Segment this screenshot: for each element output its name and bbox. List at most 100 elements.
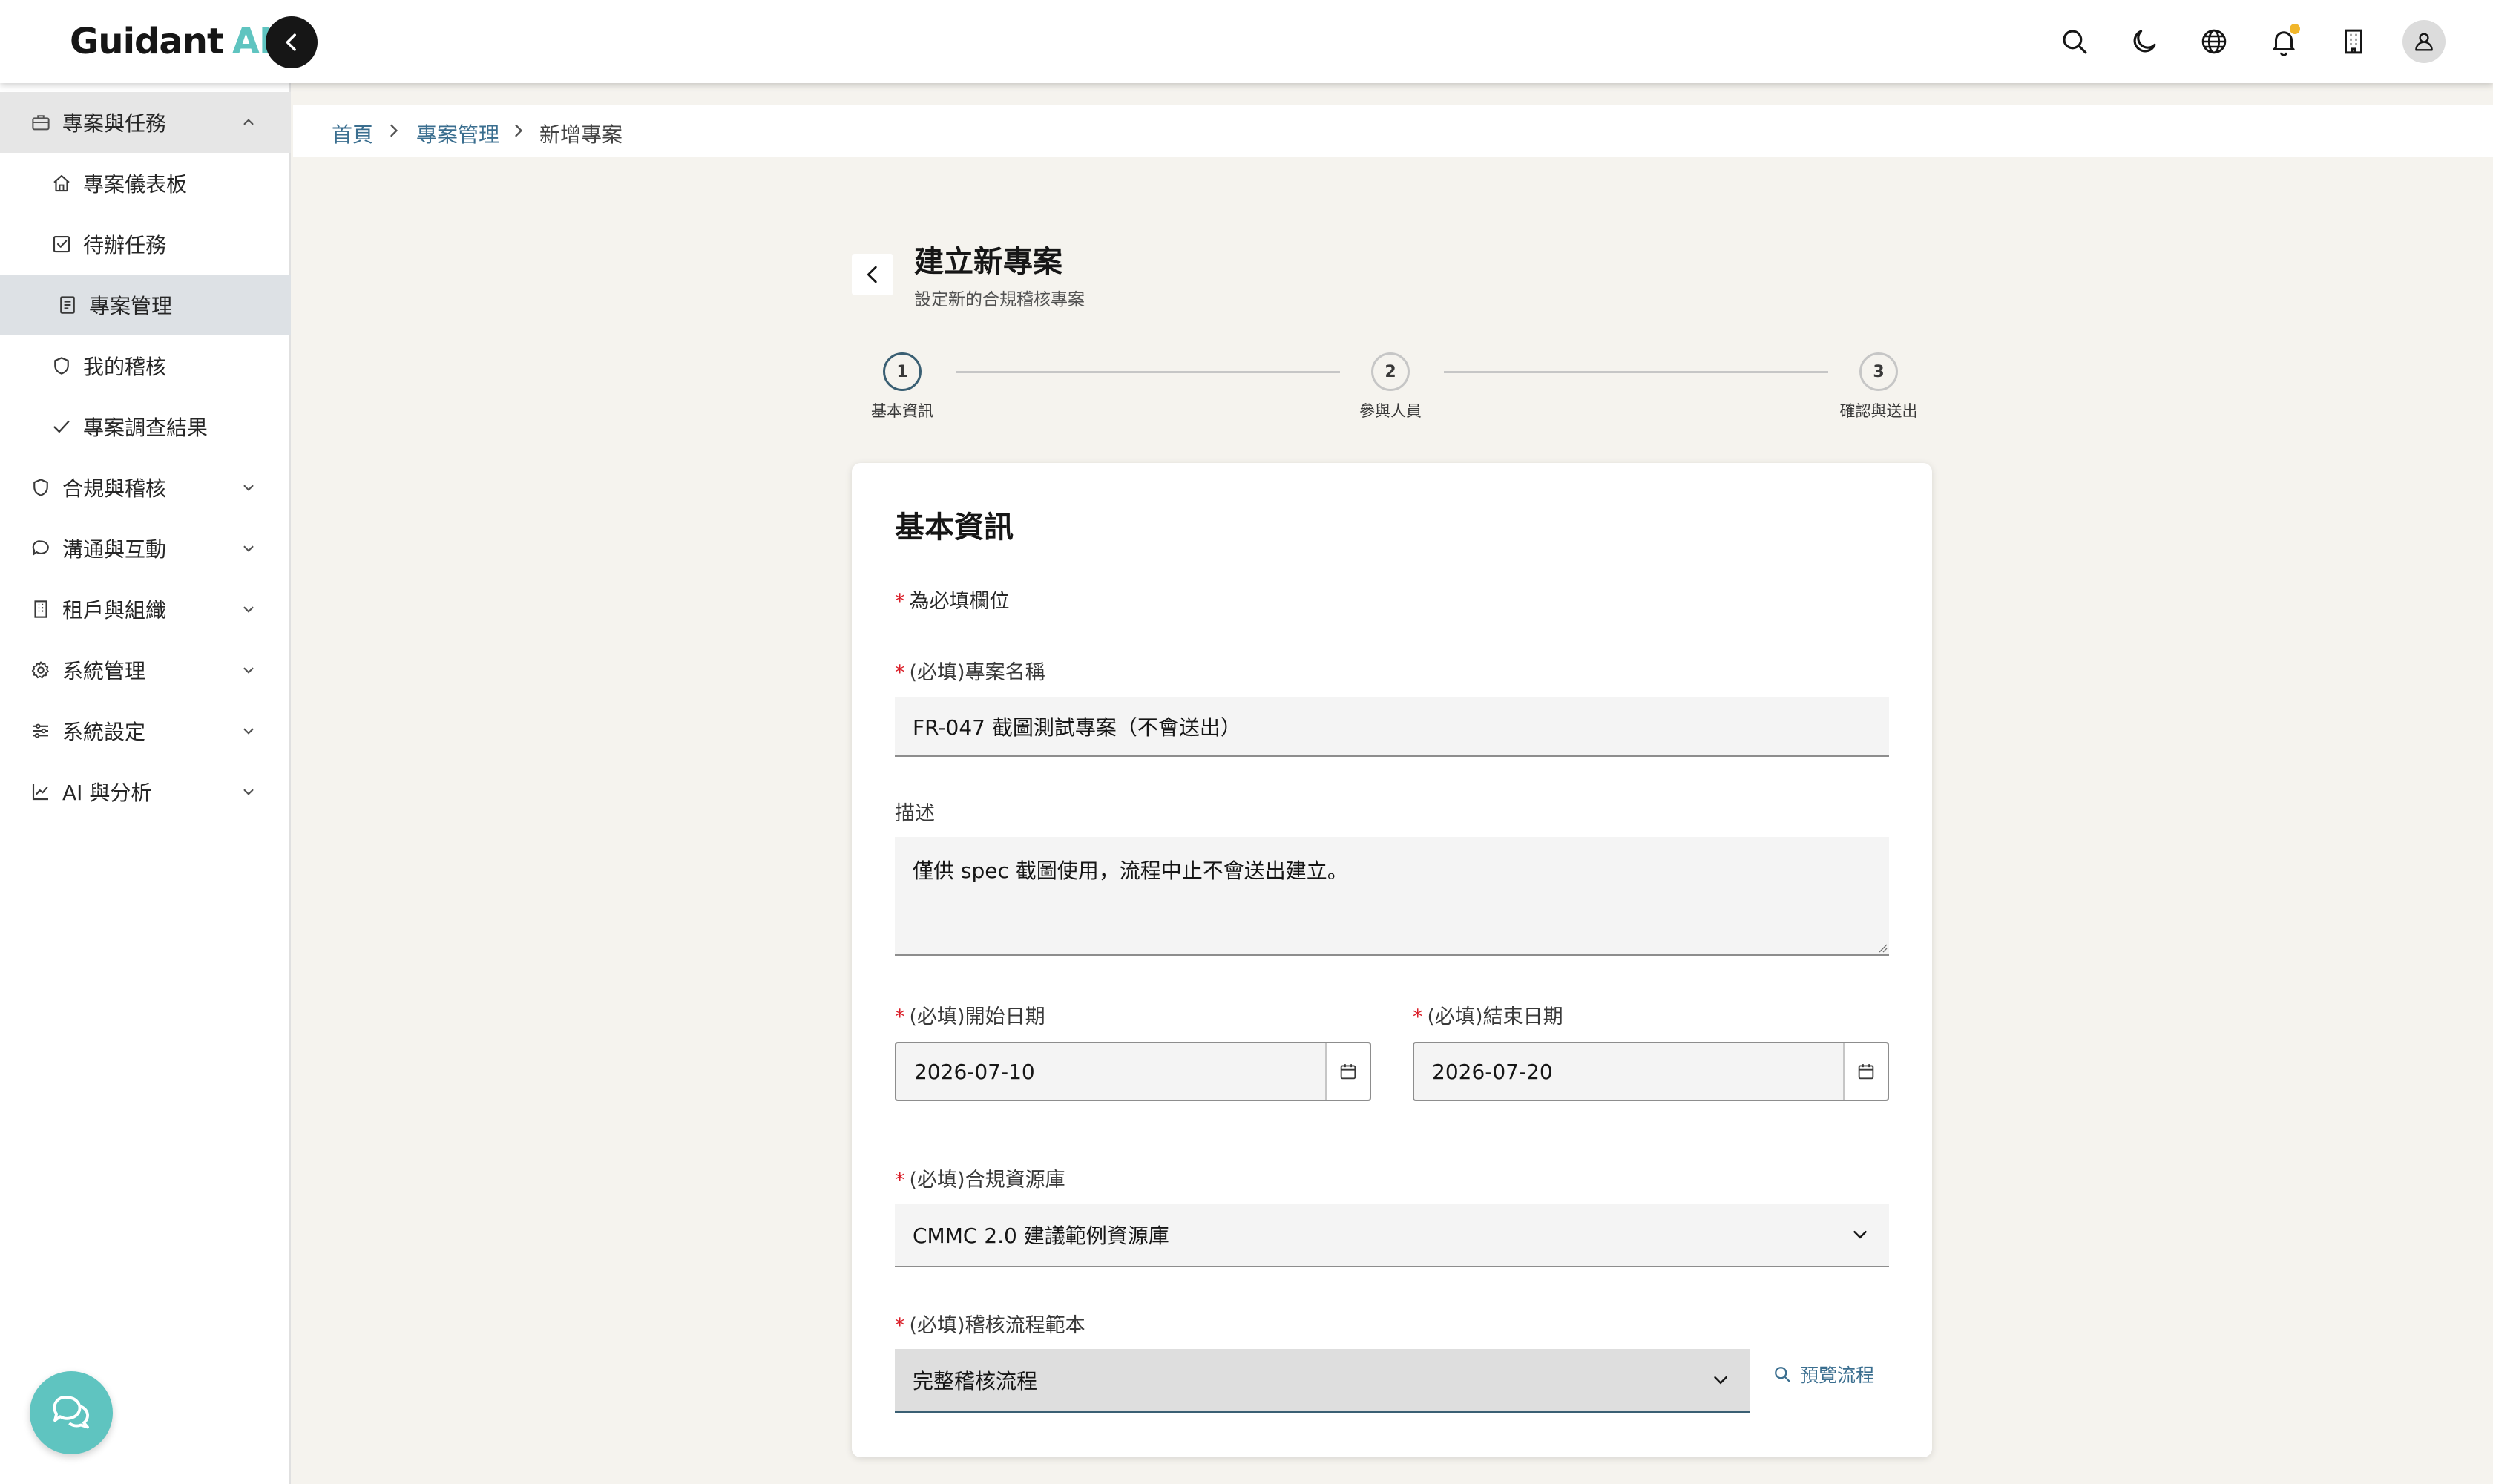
- required-star: *: [895, 590, 905, 613]
- breadcrumb-current: 新增專案: [539, 122, 623, 147]
- preview-flow-label: 預覽流程: [1800, 1365, 1875, 1386]
- required-star: *: [895, 1314, 905, 1337]
- chevron-down-icon: [243, 606, 254, 613]
- moon-icon: [2133, 30, 2156, 53]
- project-name-label-text: (必填)專案名稱: [909, 661, 1045, 684]
- resize-handle-icon[interactable]: [1876, 941, 1888, 953]
- sliders-icon: [28, 718, 53, 743]
- step-1-label: 基本資訊: [871, 402, 933, 420]
- app-logo[interactable]: Guidant AI: [70, 21, 272, 62]
- required-note: * 為必填欄位: [895, 585, 1010, 614]
- chevron-down-icon: [243, 728, 254, 735]
- step-1-indicator[interactable]: 1: [883, 352, 922, 391]
- chevron-up-icon: [243, 119, 254, 125]
- gear-icon: [28, 657, 53, 683]
- sidebar-item-projects-tasks[interactable]: 專案與任務: [0, 92, 291, 153]
- search-icon: [2063, 30, 2087, 54]
- building-icon: [2345, 29, 2362, 54]
- project-name-input[interactable]: FR-047 截圖測試專案（不會送出）: [895, 697, 1889, 757]
- sidebar-item-label: 溝通與互動: [62, 537, 167, 562]
- required-star: *: [1413, 1005, 1423, 1028]
- sidebar-item-project-management[interactable]: 專案管理: [0, 275, 291, 335]
- sidebar-item-label: 系統設定: [62, 720, 146, 744]
- start-date-picker-button[interactable]: [1325, 1043, 1370, 1100]
- sidebar-item-communication[interactable]: 溝通與互動: [0, 518, 291, 579]
- page-subtitle: 設定新的合規稽核專案: [914, 290, 1085, 309]
- step-2-indicator[interactable]: 2: [1371, 352, 1410, 391]
- stepper-connector: [1444, 371, 1828, 373]
- chat-assistant-button[interactable]: [30, 1371, 113, 1454]
- start-date-label: * (必填)開始日期: [895, 1000, 1045, 1029]
- start-date-label-text: (必填)開始日期: [909, 1005, 1045, 1028]
- step-3-label: 確認與送出: [1839, 402, 1918, 420]
- sidebar-item-project-dashboard[interactable]: 專案儀表板: [0, 153, 291, 214]
- sidebar-item-label: 專案調查結果: [83, 416, 208, 440]
- search-icon: [1775, 1367, 1790, 1382]
- sidebar-item-project-findings[interactable]: 專案調查結果: [0, 396, 291, 457]
- description-textarea[interactable]: 僅供 spec 截圖使用，流程中止不會送出建立。: [895, 837, 1889, 956]
- end-date-input[interactable]: 2026-07-20: [1413, 1042, 1889, 1101]
- section-title: 基本資訊: [895, 510, 1014, 545]
- theme-toggle-button[interactable]: [2122, 19, 2167, 64]
- shield-icon: [49, 353, 74, 378]
- briefcase-icon: [28, 110, 53, 135]
- language-button[interactable]: [2192, 19, 2236, 64]
- end-date-value: 2026-07-20: [1432, 1059, 1553, 1084]
- sidebar-item-label: 專案管理: [89, 294, 173, 318]
- required-star: *: [895, 1169, 905, 1192]
- checkbox-icon: [49, 232, 74, 257]
- chevron-left-icon: [286, 33, 296, 51]
- sidebar-item-label: 租戶與組織: [62, 598, 167, 623]
- chevron-left-icon: [867, 266, 877, 283]
- sidebar-item-tenants-orgs[interactable]: 租戶與組織: [0, 579, 291, 640]
- compliance-library-select[interactable]: CMMC 2.0 建議範例資源庫: [895, 1204, 1889, 1267]
- sidebar-collapse-button[interactable]: [266, 16, 318, 68]
- sidebar-item-label: 系統管理: [62, 659, 146, 683]
- sidebar-item-label: 專案儀表板: [83, 172, 188, 197]
- start-date-value: 2026-07-10: [914, 1059, 1035, 1084]
- user-avatar-button[interactable]: [2402, 20, 2446, 63]
- breadcrumb-project-management[interactable]: 專案管理: [416, 119, 499, 148]
- organization-button[interactable]: [2331, 19, 2376, 64]
- description-value: 僅供 spec 截圖使用，流程中止不會送出建立。: [913, 858, 1348, 883]
- check-icon: [49, 414, 74, 439]
- stepper-connector: [956, 371, 1340, 373]
- sidebar-item-label: AI 與分析: [62, 781, 152, 805]
- required-note-text: 為必填欄位: [909, 590, 1010, 613]
- sidebar-item-system-admin[interactable]: 系統管理: [0, 640, 291, 700]
- calendar-icon: [1340, 1064, 1356, 1080]
- sidebar-item-label: 合規與稽核: [62, 476, 167, 501]
- step-3-indicator[interactable]: 3: [1859, 352, 1898, 391]
- back-button[interactable]: [852, 254, 893, 295]
- breadcrumb-home[interactable]: 首頁: [332, 119, 373, 148]
- sidebar-item-ai-analytics[interactable]: AI 與分析: [0, 761, 291, 822]
- sidebar-item-label: 專案與任務: [62, 111, 167, 136]
- chevron-down-icon: [243, 667, 254, 674]
- building-icon: [28, 597, 53, 622]
- search-button[interactable]: [2052, 19, 2097, 64]
- chat-icon: [28, 536, 53, 561]
- required-star: *: [895, 661, 905, 684]
- sidebar-item-todo-tasks[interactable]: 待辦任務: [0, 214, 291, 275]
- top-header: Guidant AI: [0, 0, 2493, 83]
- preview-flow-link[interactable]: 預覽流程: [1772, 1361, 1874, 1388]
- home-icon: [49, 171, 74, 196]
- required-star: *: [895, 1005, 905, 1028]
- end-date-picker-button[interactable]: [1843, 1043, 1888, 1100]
- audit-template-select[interactable]: 完整稽核流程: [895, 1349, 1750, 1413]
- sidebar: 專案與任務 專案儀表板 待辦任務 專案管理 我的稽核 專案調查結果 合規與稽核 …: [0, 83, 291, 1484]
- start-date-input[interactable]: 2026-07-10: [895, 1042, 1371, 1101]
- notifications-button[interactable]: [2262, 19, 2306, 64]
- end-date-label-text: (必填)結束日期: [1427, 1005, 1563, 1028]
- sidebar-item-my-audits[interactable]: 我的稽核: [0, 335, 291, 396]
- chart-line-icon: [28, 779, 53, 804]
- shield-icon: [28, 475, 53, 500]
- end-date-label: * (必填)結束日期: [1413, 1000, 1563, 1029]
- sidebar-item-compliance-audit[interactable]: 合規與稽核: [0, 457, 291, 518]
- step-2-label: 參與人員: [1359, 402, 1422, 420]
- chevron-right-icon: [390, 124, 398, 137]
- compliance-library-label-text: (必填)合規資源庫: [909, 1169, 1065, 1192]
- chevron-down-icon: [1714, 1376, 1727, 1385]
- notification-badge: [2290, 24, 2300, 34]
- sidebar-item-system-settings[interactable]: 系統設定: [0, 700, 291, 761]
